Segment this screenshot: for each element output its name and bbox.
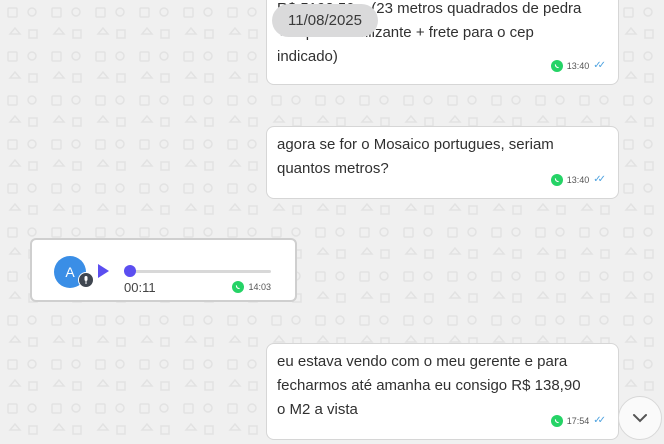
message-time: 17:54 (566, 416, 590, 426)
message-time: 13:40 (566, 61, 590, 71)
message-meta: 13:40 ✓✓ (550, 54, 606, 78)
whatsapp-icon (232, 281, 245, 293)
double-check-icon: ✓✓ (593, 174, 606, 185)
audio-message[interactable]: A 00:11 14:03 (30, 238, 297, 302)
date-separator: 11/08/2025 (272, 4, 378, 37)
message-meta: 14:03 (232, 281, 271, 293)
message-meta: 17:54 ✓✓ (550, 409, 606, 433)
whatsapp-icon (550, 60, 563, 72)
message-meta: 13:40 ✓✓ (550, 168, 606, 192)
audio-progress-track[interactable] (130, 270, 271, 273)
microphone-icon (78, 272, 94, 288)
audio-progress-knob[interactable] (124, 265, 136, 277)
whatsapp-icon (550, 415, 563, 427)
double-check-icon: ✓✓ (593, 415, 606, 426)
play-icon[interactable] (98, 264, 109, 278)
message-line: eu estava vendo com o meu gerente e para (277, 353, 568, 370)
double-check-icon: ✓✓ (593, 60, 606, 71)
message-time: 13:40 (566, 175, 590, 185)
message-line: agora se for o Mosaico portugues, seriam (277, 136, 554, 153)
scroll-down-button[interactable] (618, 396, 662, 440)
message-bubble[interactable]: agora se for o Mosaico portugues, seriam… (266, 126, 619, 199)
message-time: 14:03 (248, 282, 271, 292)
message-bubble[interactable]: eu estava vendo com o meu gerente e para… (266, 343, 619, 440)
audio-duration: 00:11 (124, 280, 156, 295)
message-line: fecharmos até amanha eu consigo R$ 138,9… (277, 377, 581, 394)
chevron-down-icon (633, 414, 647, 423)
whatsapp-icon (550, 174, 563, 186)
